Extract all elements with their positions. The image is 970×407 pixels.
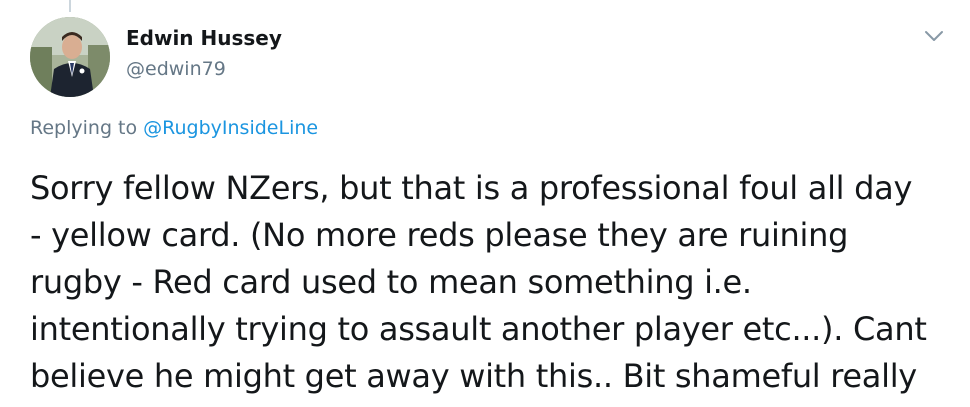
avatar[interactable]	[30, 17, 110, 97]
tweet-text-line: Sorry fellow NZers, but that is a profes…	[30, 169, 913, 207]
tweet-text: Sorry fellow NZers, but that is a profes…	[30, 165, 960, 400]
tweet-text-line: rugby - Red card used to mean something …	[30, 263, 752, 301]
tweet-text-line: - yellow card. (No more reds please they…	[30, 216, 849, 254]
author-name[interactable]: Edwin Hussey	[126, 26, 282, 50]
tweet-text-line: intentionally trying to assault another …	[30, 310, 927, 348]
chevron-down-icon	[925, 31, 943, 41]
thread-connector-line	[69, 0, 71, 12]
reply-context-prefix: Replying to	[30, 117, 144, 139]
reply-mention-link[interactable]: @RugbyInsideLine	[143, 117, 318, 139]
tweet-text-line: believe he might get away with this.. Bi…	[30, 357, 917, 395]
tweet-more-menu-button[interactable]	[922, 26, 946, 46]
avatar-photo	[30, 17, 110, 97]
reply-context: Replying to @RugbyInsideLine	[30, 117, 318, 139]
author-handle[interactable]: @edwin79	[126, 58, 226, 80]
